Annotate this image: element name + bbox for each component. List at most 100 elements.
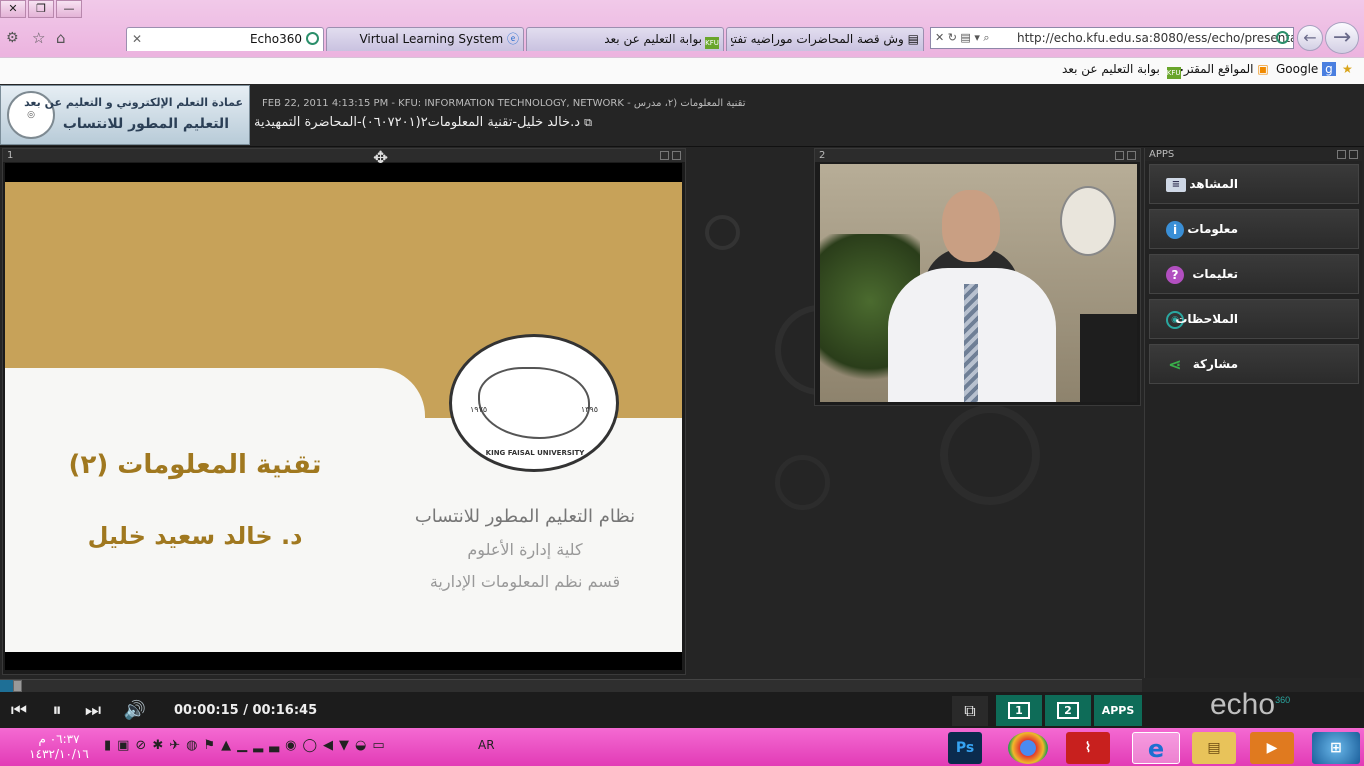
suggested-sites-icon: ▣ <box>1257 62 1269 76</box>
pause-button[interactable]: ⏸ <box>44 696 70 726</box>
kfu-favicon-icon: KFU <box>1166 67 1181 79</box>
back-button[interactable]: ← <box>1297 25 1323 51</box>
panel-number: 2 <box>819 150 826 161</box>
rewind-button[interactable]: ⏮ <box>6 696 32 726</box>
restore-window-button[interactable]: ❐ <box>28 0 54 18</box>
monitor-image <box>1080 314 1137 402</box>
map-outline-icon <box>478 367 590 439</box>
echo-favicon-icon <box>306 32 319 45</box>
share-icon: ⋖ <box>1168 355 1182 374</box>
panel-number: 1 <box>7 150 14 161</box>
slide-viewport: ١٩٧٥ ١٣٩٥ KING FAISAL UNIVERSITY تقنية ا… <box>5 163 682 670</box>
presentation-meta: FEB 22, 2011 4:13:15 PM - KFU: INFORMATI… <box>262 98 746 109</box>
home-icon[interactable]: ⌂ <box>56 29 66 47</box>
clock-date: ١٤٣٢/١٠/١٦ <box>29 747 89 761</box>
tab-label: وش قصة المحاضرات موراضيه تفتح؟... <box>731 32 904 46</box>
panel-maximize-icon[interactable] <box>1114 151 1124 160</box>
decor-circle-icon <box>775 455 830 510</box>
panel-controls <box>1336 150 1358 163</box>
forward-button[interactable]: → <box>1325 22 1359 54</box>
app-info[interactable]: i معلومات <box>1149 209 1359 249</box>
panel-maximize-icon[interactable] <box>659 151 669 160</box>
explorer-icon[interactable]: ▤ <box>1192 732 1236 764</box>
panel-maximize-icon[interactable] <box>1336 150 1346 159</box>
address-actions-icon[interactable]: ✕ ↻ ▤ ▾ ⌕ <box>935 28 990 48</box>
language-indicator[interactable]: AR <box>478 738 495 752</box>
screens-icon: ≡ <box>1166 178 1186 192</box>
panel-titlebar: 2 <box>815 149 1140 162</box>
google-favicon-icon: g <box>1322 62 1336 76</box>
fav-label: Google <box>1276 62 1319 76</box>
tools-gear-icon[interactable]: ⚙ <box>6 30 19 46</box>
system-tray-icons[interactable]: ▮▣⊘✱✈◍⚑▲▁▂▃◉◯◀▼◒▭ <box>104 738 391 753</box>
app-share[interactable]: ⋖ مشاركة <box>1149 344 1359 384</box>
windows-start-icon[interactable]: ⊞ <box>1312 732 1360 764</box>
apps-title: APPS <box>1149 149 1175 160</box>
fav-google[interactable]: Google g <box>1276 62 1336 76</box>
slide-course-title: تقنية المعلومات (٢) <box>68 450 322 480</box>
tab-label: بوابة التعليم عن بعد <box>604 32 702 46</box>
app-label: معلومات <box>1187 222 1238 236</box>
logo-line1: عمادة التعلم الإلكتروني و التعليم عن بعد <box>24 96 243 109</box>
clock-time: ٠٦:٣٧ م <box>38 732 80 746</box>
volume-button[interactable]: 🔊 <box>120 696 150 726</box>
app-label: مشاركة <box>1192 357 1238 371</box>
kfu-favicon-icon: KFU <box>705 37 719 49</box>
tab-distance-learning[interactable]: KFUبوابة التعليم عن بعد <box>526 27 724 51</box>
close-window-button[interactable]: ✕ <box>0 0 26 18</box>
chrome-icon[interactable] <box>1008 732 1048 764</box>
decor-circle-icon <box>705 215 740 250</box>
photoshop-icon[interactable]: Ps <box>948 732 982 764</box>
panel2-label: 2 <box>1057 702 1079 719</box>
forward-skip-button[interactable]: ⏭ <box>80 696 106 726</box>
brand-text: echo <box>1210 688 1276 721</box>
panel-close-icon[interactable] <box>1349 150 1358 159</box>
presentation-title: د.خالد خليل-تقنية المعلومات٢(٠٦٠٧٢٠١)-ال… <box>254 115 580 130</box>
app-label: الملاحظات <box>1175 312 1238 326</box>
fav-distance-learning[interactable]: KFU بوابة التعليم عن بعد <box>1062 62 1181 79</box>
address-bar[interactable]: ✕ ↻ ▤ ▾ ⌕ http://echo.kfu.edu.sa:8080/es… <box>930 27 1294 49</box>
kfu-seal-icon: ١٩٧٥ ١٣٩٥ KING FAISAL UNIVERSITY <box>449 334 619 472</box>
tab-forum[interactable]: ▤ وش قصة المحاضرات موراضيه تفتح؟... <box>726 27 924 51</box>
app-help[interactable]: ? تعليمات <box>1149 254 1359 294</box>
layout-toggle-button[interactable]: ⧉ <box>952 696 988 726</box>
site-favicon-icon <box>1276 31 1289 44</box>
fav-label: بوابة التعليم عن بعد <box>1062 62 1160 76</box>
kfu-logo: ◎ عمادة التعلم الإلكتروني و التعليم عن ب… <box>0 85 250 145</box>
app-notes[interactable]: ◉ الملاحظات <box>1149 299 1359 339</box>
favorites-star-icon[interactable]: ★ <box>1342 62 1353 76</box>
presentation-title-row: ⧉ د.خالد خليل-تقنية المعلومات٢(٠٦٠٧٢٠١)-… <box>254 115 592 130</box>
panel-titlebar: 1 <box>3 149 685 162</box>
page-favicon-icon: ▤ <box>907 32 919 46</box>
panel-close-icon[interactable] <box>1127 151 1136 160</box>
slide: ١٩٧٥ ١٣٩٥ KING FAISAL UNIVERSITY تقنية ا… <box>5 182 682 652</box>
toggle-panel1-button[interactable]: 1 <box>996 695 1042 726</box>
tab-label: Virtual Learning System <box>359 32 504 46</box>
logo-line2: التعليم المطور للانتساب <box>62 116 229 132</box>
tab-close-icon[interactable]: ✕ <box>132 28 142 50</box>
url-text: http://echo.kfu.edu.sa:8080/ess/echo/pre… <box>1017 31 1294 45</box>
popout-icon[interactable]: ⧉ <box>584 116 592 129</box>
tab-echo360[interactable]: ✕ Echo360 <box>126 27 324 51</box>
acrobat-icon[interactable]: ⌇ <box>1066 732 1110 764</box>
app-screens[interactable]: ≡ المشاهد <box>1149 164 1359 204</box>
ie-taskbar-icon[interactable]: e <box>1132 732 1180 764</box>
scrub-handle[interactable] <box>13 680 22 692</box>
time-display: 00:00:15 / 00:16:45 <box>174 703 318 718</box>
apps-panel: APPS ≡ المشاهد i معلومات ? تعليمات ◉ الملاحظ… <box>1144 148 1362 678</box>
seal-year-left: ١٩٧٥ <box>470 405 488 414</box>
clock[interactable]: ٠٦:٣٧ م ١٤٣٢/١٠/١٦ <box>4 732 114 764</box>
info-icon: i <box>1166 221 1184 239</box>
slide-body <box>5 368 425 652</box>
tab-virtual-learning[interactable]: Virtual Learning System ⓔ <box>326 27 524 51</box>
media-player-icon[interactable]: ▶ <box>1250 732 1294 764</box>
fav-label: المواقع المقترحة <box>1170 62 1254 76</box>
favorites-star-icon[interactable]: ☆ <box>32 29 45 47</box>
panel-close-icon[interactable] <box>672 151 681 160</box>
toggle-apps-button[interactable]: APPS <box>1094 695 1142 726</box>
scrub-bar[interactable] <box>0 679 1142 692</box>
fav-suggested-sites[interactable]: ▣ المواقع المقترحة <box>1170 62 1269 76</box>
minimize-window-button[interactable]: — <box>56 0 82 18</box>
toggle-panel2-button[interactable]: 2 <box>1045 695 1091 726</box>
slide-lecturer: د. خالد سعيد خليل <box>87 522 303 550</box>
